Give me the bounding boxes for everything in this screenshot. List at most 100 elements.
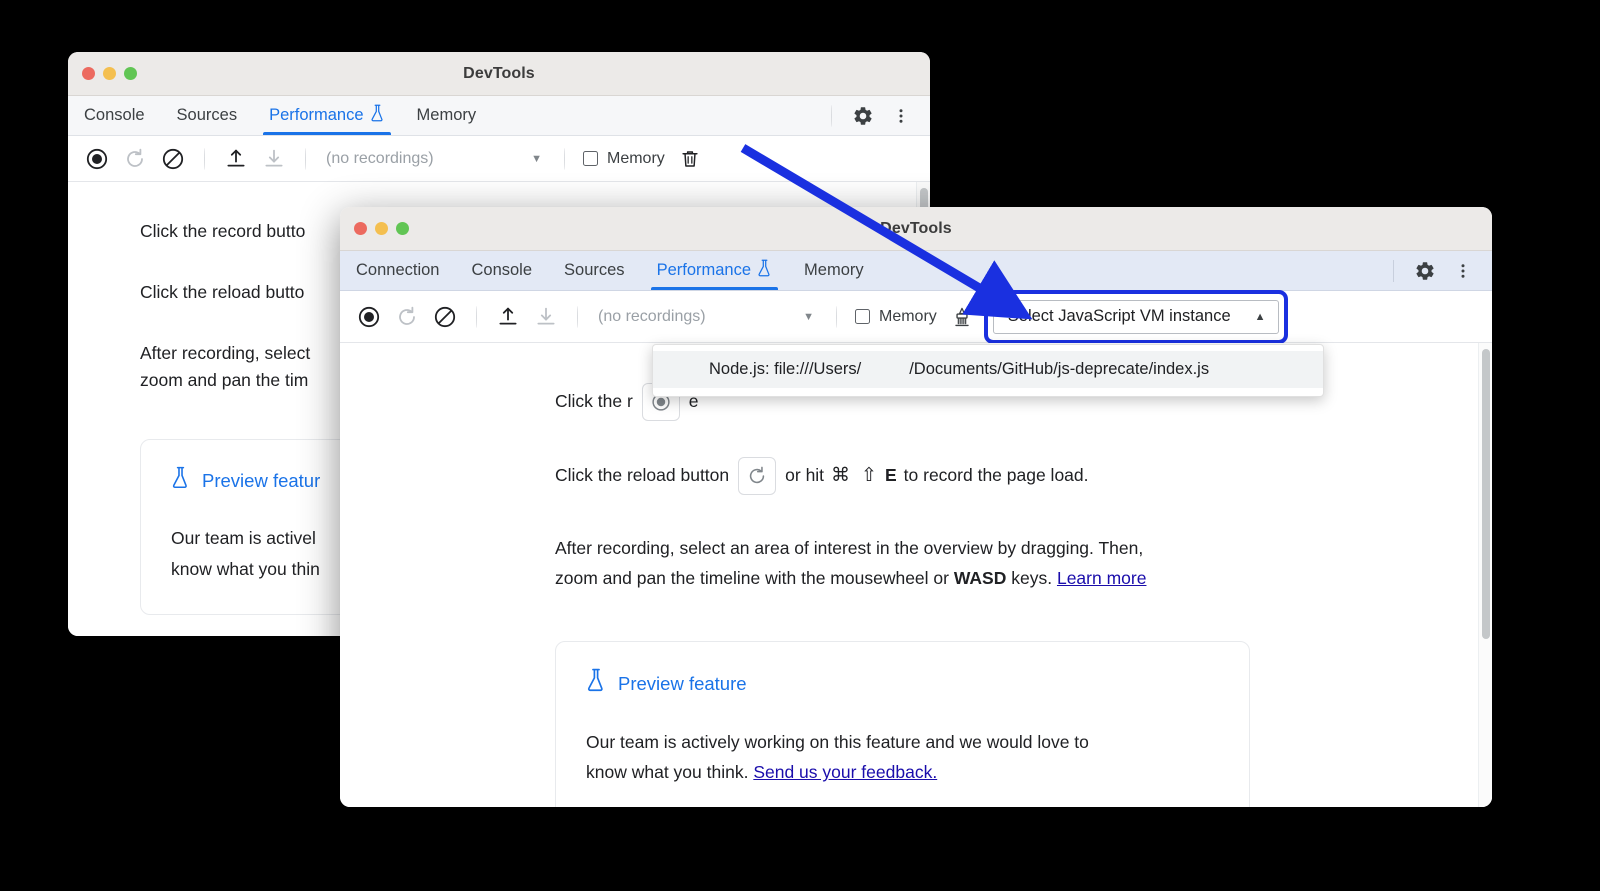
vm-instance-prefix: Node.js: file:///Users/	[709, 360, 862, 378]
recordings-value: (no recordings)	[598, 307, 706, 325]
tabstrip-actions-front[interactable]	[1383, 251, 1492, 290]
record-icon[interactable]	[80, 142, 114, 176]
reload-record-icon[interactable]	[118, 142, 152, 176]
preview-feature-body-front: Our team is actively working on this fea…	[586, 731, 1089, 783]
memory-checkbox-back[interactable]: Memory	[579, 150, 669, 168]
instruction-overview-front: After recording, select an area of inter…	[555, 538, 1147, 589]
vm-instance-menu-item[interactable]: Node.js: file:///Users/ /Documents/GitHu…	[653, 351, 1323, 388]
tab-label: Memory	[416, 106, 477, 124]
flask-icon	[370, 104, 385, 127]
tab-sources-back[interactable]: Sources	[161, 96, 254, 135]
recordings-dropdown-front[interactable]: (no recordings) ▼	[592, 302, 822, 332]
tab-label: Sources	[176, 106, 238, 124]
vertical-scrollbar-front[interactable]	[1478, 343, 1492, 807]
separator	[564, 147, 565, 170]
vm-button-label: Select JavaScript VM instance	[1007, 307, 1231, 325]
tab-console-front[interactable]: Console	[455, 251, 548, 290]
save-profile-icon[interactable]	[529, 300, 563, 334]
window-title-back: DevTools	[463, 64, 535, 82]
tab-label: Console	[471, 261, 533, 279]
separator	[1393, 259, 1394, 282]
wasd-keys: WASD	[953, 568, 1007, 589]
performance-panel-front: Click the r e Click the reload button or…	[340, 343, 1492, 807]
more-vertical-icon[interactable]	[884, 99, 918, 133]
memory-label: Memory	[607, 149, 665, 167]
memory-checkbox-front[interactable]: Memory	[851, 308, 941, 326]
tab-label: Performance	[269, 106, 364, 124]
clear-icon[interactable]	[156, 142, 190, 176]
vm-instance-path: /Documents/GitHub/js-deprecate/index.js	[909, 360, 1210, 378]
vm-instance-dropdown-wrapper[interactable]: Select JavaScript VM instance ▲	[983, 289, 1288, 344]
flask-icon	[171, 466, 190, 498]
reload-keycap[interactable]	[738, 457, 777, 495]
vm-instance-dropdown-menu[interactable]: Node.js: file:///Users/ /Documents/GitHu…	[652, 344, 1324, 397]
tab-label: Connection	[356, 261, 440, 279]
collect-garbage-icon[interactable]	[945, 300, 979, 334]
tab-performance-back[interactable]: Performance	[253, 96, 400, 135]
tab-sources-front[interactable]: Sources	[548, 251, 641, 290]
select-javascript-vm-instance-button[interactable]: Select JavaScript VM instance ▲	[992, 299, 1279, 334]
maximize-button[interactable]	[396, 222, 409, 235]
minimize-button[interactable]	[375, 222, 388, 235]
preview-feature-title: Preview feature	[618, 673, 747, 695]
tab-label: Performance	[656, 261, 752, 279]
gear-icon[interactable]	[846, 99, 880, 133]
separator	[831, 104, 832, 127]
preview-feature-card-front: Preview feature Our team is actively wor…	[555, 641, 1250, 807]
devtools-window-front[interactable]: DevTools Connection Console Sources Perf…	[340, 207, 1492, 807]
maximize-button[interactable]	[124, 67, 137, 80]
tabstrip-actions-back[interactable]	[821, 96, 930, 135]
tabstrip-back[interactable]: Console Sources Performance Memory	[68, 96, 930, 136]
separator	[476, 305, 477, 328]
tabstrip-front[interactable]: Connection Console Sources Performance M…	[340, 251, 1492, 291]
load-profile-icon[interactable]	[219, 142, 253, 176]
more-vertical-icon[interactable]	[1446, 254, 1480, 288]
window-title-front: DevTools	[880, 219, 952, 237]
tab-label: Console	[84, 106, 145, 124]
separator	[204, 147, 205, 170]
scrollbar-thumb[interactable]	[1482, 349, 1490, 639]
memory-label: Memory	[879, 307, 937, 325]
flask-icon	[586, 668, 606, 701]
checkbox-box[interactable]	[855, 309, 870, 324]
reload-record-icon[interactable]	[390, 300, 424, 334]
save-profile-icon[interactable]	[257, 142, 291, 176]
tab-performance-front[interactable]: Performance	[641, 251, 788, 290]
instruction-reload-front: Click the reload button or hit ⌘ ⇧ E to …	[555, 457, 1492, 495]
record-icon[interactable]	[352, 300, 386, 334]
trash-icon[interactable]	[673, 142, 707, 176]
tab-label: Memory	[804, 261, 864, 279]
checkbox-box[interactable]	[583, 151, 598, 166]
performance-toolbar-back[interactable]: (no recordings) ▼ Memory	[68, 136, 930, 182]
close-button[interactable]	[354, 222, 367, 235]
command-key-glyph: ⌘	[831, 465, 851, 487]
preview-feature-title: Preview featur	[202, 470, 321, 491]
chevron-down-icon: ▼	[803, 310, 814, 323]
recordings-dropdown-back[interactable]: (no recordings) ▼	[320, 144, 550, 174]
learn-more-link[interactable]: Learn more	[1057, 568, 1147, 588]
window-titlebar-front[interactable]: DevTools	[340, 207, 1492, 251]
separator	[305, 147, 306, 170]
screenshot-stage: DevTools Console Sources Performance Mem…	[0, 0, 1600, 891]
flask-icon	[757, 259, 772, 282]
gear-icon[interactable]	[1408, 254, 1442, 288]
window-titlebar-back[interactable]: DevTools	[68, 52, 930, 96]
performance-toolbar-front[interactable]: (no recordings) ▼ Memory Select JavaScri…	[340, 289, 1492, 344]
close-button[interactable]	[82, 67, 95, 80]
tab-label: Sources	[564, 261, 625, 279]
traffic-lights-front[interactable]	[340, 222, 409, 235]
tab-memory-back[interactable]: Memory	[401, 96, 493, 135]
shift-key-glyph: ⇧	[861, 465, 877, 487]
tab-console-back[interactable]: Console	[68, 96, 161, 135]
chevron-up-icon: ▲	[1254, 310, 1266, 323]
e-key-glyph: E	[884, 465, 897, 486]
clear-icon[interactable]	[428, 300, 462, 334]
chevron-down-icon: ▼	[531, 152, 542, 165]
minimize-button[interactable]	[103, 67, 116, 80]
traffic-lights-back[interactable]	[68, 67, 137, 80]
tab-connection-front[interactable]: Connection	[340, 251, 455, 290]
send-feedback-link[interactable]: Send us your feedback.	[753, 762, 937, 782]
load-profile-icon[interactable]	[491, 300, 525, 334]
separator	[577, 305, 578, 328]
tab-memory-front[interactable]: Memory	[788, 251, 880, 290]
